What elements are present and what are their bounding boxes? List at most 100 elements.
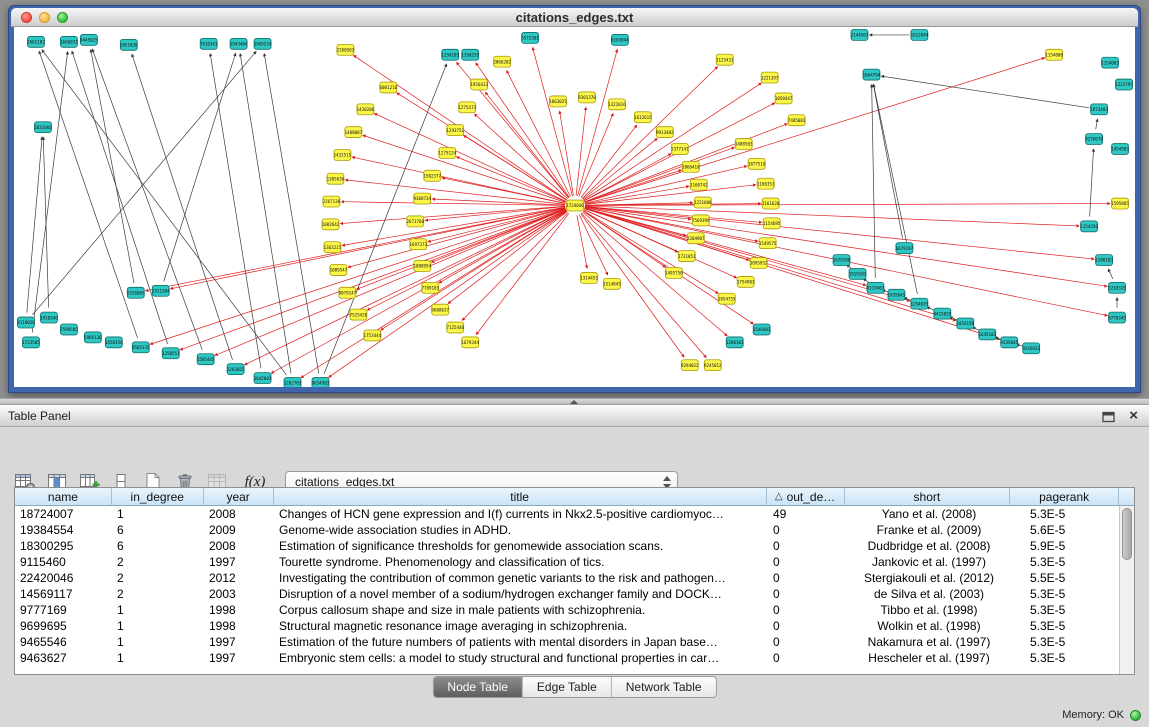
network-node[interactable]: 9301370 — [578, 92, 596, 103]
network-canvas[interactable]: 1724046206620219564131275473129375112751… — [14, 27, 1135, 387]
network-edge[interactable] — [367, 210, 566, 310]
close-panel-icon[interactable]: × — [1129, 406, 1138, 426]
network-node[interactable]: 7910341 — [200, 38, 218, 49]
column-header-short[interactable]: short — [845, 488, 1011, 506]
network-node[interactable]: 7125448 — [446, 322, 464, 333]
column-header-out-degree[interactable]: △ out_de… — [767, 488, 845, 506]
network-node[interactable]: 1521304 — [152, 285, 170, 296]
network-edge[interactable] — [42, 50, 287, 375]
network-edge[interactable] — [264, 54, 319, 374]
table-vertical-scrollbar[interactable] — [1119, 506, 1134, 674]
network-node[interactable]: 1919103 — [849, 268, 867, 279]
network-node[interactable]: 5572301 — [521, 32, 539, 43]
network-node[interactable]: 1221608 — [694, 197, 712, 208]
network-edge[interactable] — [210, 54, 261, 369]
network-node[interactable]: 1731851 — [678, 251, 696, 262]
network-node[interactable]: 9368734 — [413, 193, 431, 204]
network-node[interactable]: 1661102 — [27, 36, 45, 47]
network-node[interactable]: 1877516 — [748, 158, 766, 169]
table-row[interactable]: 977716911998Corpus callosum shape and si… — [15, 602, 1121, 618]
network-node[interactable]: 7590505 — [60, 324, 78, 335]
network-window-titlebar[interactable]: citations_edges.txt — [11, 8, 1138, 27]
network-node[interactable]: 7525420 — [350, 309, 368, 320]
network-node[interactable]: 9445025 — [80, 34, 98, 45]
network-node[interactable]: 2671760 — [406, 216, 424, 227]
network-node[interactable]: 1314453 — [580, 272, 598, 283]
network-node[interactable]: 1679344 — [461, 337, 479, 348]
network-edge[interactable] — [345, 180, 565, 205]
table-row[interactable]: 946554611997Estimation of the future num… — [15, 634, 1121, 650]
network-node[interactable]: 1854755 — [718, 293, 736, 304]
table-row[interactable]: 1456911722003Disruption of a novel membe… — [15, 586, 1121, 602]
network-node[interactable]: 7485083 — [788, 115, 806, 126]
network-node[interactable]: 9294022 — [681, 360, 699, 371]
network-node[interactable]: 1432515 — [334, 149, 352, 160]
network-edge[interactable] — [456, 157, 565, 202]
network-edge[interactable] — [485, 92, 568, 197]
network-edge[interactable] — [448, 212, 567, 304]
network-node[interactable]: 6679197 — [896, 243, 914, 254]
network-node[interactable]: 1723505 — [22, 337, 40, 348]
network-edge[interactable] — [874, 84, 918, 294]
network-node[interactable]: 6001216 — [380, 82, 398, 93]
network-edge[interactable] — [560, 111, 574, 196]
network-node[interactable]: 2144503 — [851, 29, 869, 40]
network-edge[interactable] — [439, 210, 566, 282]
network-node[interactable]: 1160351 — [757, 178, 775, 189]
column-header-pagerank[interactable]: pagerank — [1010, 488, 1119, 506]
network-edge[interactable] — [215, 209, 566, 355]
tab-network-table[interactable]: Network Table — [611, 677, 716, 697]
network-edge[interactable] — [245, 210, 566, 365]
network-node[interactable]: 9245032 — [1022, 343, 1040, 354]
network-node[interactable]: 5905130 — [84, 332, 102, 343]
network-node[interactable]: 2203665 — [227, 364, 245, 375]
network-node[interactable]: 1286103 — [726, 337, 744, 348]
network-edge[interactable] — [585, 207, 1107, 286]
network-edge[interactable] — [881, 76, 1089, 108]
network-edge[interactable] — [146, 207, 566, 290]
network-edge[interactable] — [92, 49, 202, 350]
network-edge[interactable] — [1090, 149, 1094, 216]
network-window[interactable]: citations_edges.txt 17240462066202195641… — [8, 5, 1141, 393]
network-node[interactable]: 2051030 — [120, 39, 138, 50]
network-node[interactable]: 1514845 — [603, 278, 621, 289]
network-edge[interactable] — [873, 84, 902, 238]
network-node[interactable]: 2204907 — [687, 233, 705, 244]
network-node[interactable]: 1160742 — [690, 179, 708, 190]
network-node[interactable]: 1293751 — [446, 125, 464, 136]
network-edge[interactable] — [91, 50, 134, 283]
network-node[interactable]: 6770345 — [1108, 312, 1126, 323]
network-node[interactable]: 1679190 — [833, 255, 851, 266]
network-edge[interactable] — [582, 67, 717, 199]
column-header-year[interactable]: year — [204, 488, 274, 506]
network-node[interactable]: 1363215 — [324, 242, 342, 253]
network-edge[interactable] — [1108, 269, 1113, 279]
table-row[interactable]: 1872400712008Changes of HCN gene express… — [15, 506, 1121, 522]
network-node[interactable]: 1943404 — [230, 38, 248, 49]
network-node[interactable]: 9505135 — [132, 342, 150, 353]
memory-status-indicator[interactable] — [1130, 710, 1141, 721]
network-node[interactable]: 1645103 — [978, 329, 996, 340]
network-edge[interactable] — [585, 208, 866, 285]
network-node[interactable]: 9135045 — [1000, 337, 1018, 348]
network-node[interactable]: 1280103 — [1095, 255, 1113, 266]
table-row[interactable]: 1830029562008Estimation of significance … — [15, 538, 1121, 554]
network-node[interactable]: 9634503 — [312, 378, 330, 387]
network-node[interactable]: 1973493 — [1090, 104, 1108, 115]
network-edge[interactable] — [507, 71, 571, 197]
network-node[interactable]: 1642001 — [254, 373, 272, 384]
network-node[interactable]: 1125431 — [716, 54, 734, 65]
network-node[interactable]: 1154083 — [1101, 57, 1119, 68]
network-node[interactable]: 1454503 — [1111, 144, 1129, 155]
network-node[interactable]: 9119403 — [867, 282, 885, 293]
network-edge[interactable] — [585, 206, 762, 222]
column-header-in-degree[interactable]: in_degree — [112, 488, 204, 506]
network-node[interactable]: 1258103 — [441, 49, 459, 60]
network-node[interactable]: 9118020 — [17, 317, 35, 328]
network-node[interactable]: 1322016 — [608, 99, 626, 110]
network-node[interactable]: 1210315 — [1108, 282, 1126, 293]
network-node[interactable]: 1935045 — [888, 289, 906, 300]
network-node[interactable]: 9245012 — [704, 360, 722, 371]
network-node[interactable]: 8183044 — [611, 34, 629, 45]
network-edge[interactable] — [329, 211, 567, 377]
